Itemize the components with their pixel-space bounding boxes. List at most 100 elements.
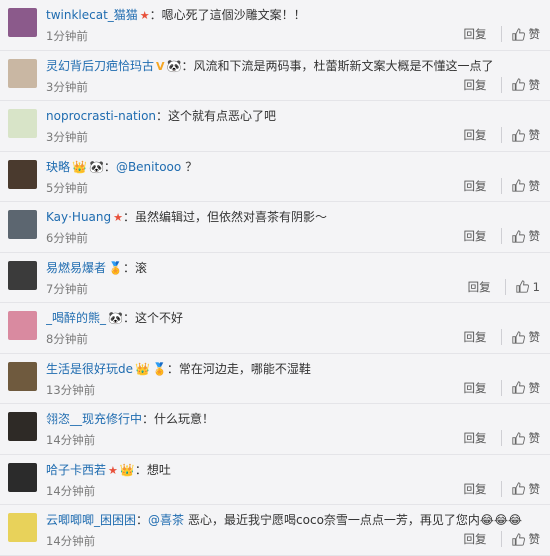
comment-time: 5分钟前 bbox=[46, 180, 88, 195]
comment-time: 14分钟前 bbox=[46, 534, 96, 548]
comment-row: 生活是很好玩de 👑 🏅：常在河边走，哪能不湿鞋 13分钟前 回复 赞 bbox=[0, 353, 550, 404]
comment-text-tail: ？ bbox=[185, 159, 198, 174]
comment-actions: 回复 赞 bbox=[464, 379, 540, 396]
mention-link[interactable]: @喜茶 bbox=[148, 513, 184, 527]
comment-line: 易燃易爆者 🏅：滚 bbox=[46, 260, 542, 276]
crown-badge-icon: 👑 bbox=[119, 462, 135, 477]
comment-text: ：什么玩意！ bbox=[142, 412, 215, 426]
avatar[interactable] bbox=[8, 361, 37, 391]
crown-badge-icon: 👑 bbox=[135, 361, 150, 376]
avatar[interactable] bbox=[8, 311, 37, 340]
comment-list: twinklecat_猫猫 ★：嗯心死了這個沙雕文案！！ 1分钟前 回复赞灵幻背后刀疤… bbox=[0, 0, 550, 556]
reply-button[interactable]: 回复 bbox=[464, 531, 502, 547]
comment-time: 3分钟前 bbox=[46, 130, 88, 144]
comment-actions: 回复 赞 bbox=[464, 76, 541, 93]
username-link[interactable]: _喝醉的熊_ bbox=[46, 311, 106, 325]
comment-time: 14分钟前 bbox=[46, 483, 96, 498]
comment-actions: 回复 赞 bbox=[464, 177, 540, 194]
medal-badge-icon: 🏅 bbox=[151, 361, 167, 376]
like-button[interactable]: 赞 bbox=[502, 430, 540, 446]
like-button[interactable]: 赞 bbox=[502, 329, 541, 345]
comment-time: 6分钟前 bbox=[46, 231, 88, 245]
comment-line: twinklecat_猫猫 ★：嗯心死了這個沙雕文案！！ bbox=[46, 7, 542, 24]
like-button[interactable]: 赞 bbox=[502, 228, 540, 244]
reply-button[interactable]: 回复 bbox=[468, 278, 506, 295]
comment-time: 14分钟前 bbox=[46, 433, 96, 447]
medal-badge-icon: 🏅 bbox=[108, 260, 123, 275]
comment-actions: 回复 赞 bbox=[464, 430, 540, 446]
comment-text: ：这个不好 bbox=[122, 311, 183, 325]
comment-actions: 回复 赞 bbox=[464, 26, 541, 42]
comment-line: 玦略 👑 🐼：@Benitooo ？ bbox=[46, 159, 542, 175]
like-button[interactable]: 赞 bbox=[502, 531, 540, 547]
username-link[interactable]: 灵幻背后刀疤恰玛古 bbox=[46, 59, 154, 73]
star-badge-icon: ★ bbox=[113, 211, 124, 224]
reply-button[interactable]: 回复 bbox=[464, 329, 502, 345]
reply-button[interactable]: 回复 bbox=[464, 228, 502, 244]
thumbs-up-icon bbox=[511, 128, 525, 142]
thumbs-up-icon bbox=[511, 27, 525, 41]
like-button[interactable]: 1 bbox=[506, 280, 540, 294]
like-label: 1 bbox=[532, 279, 540, 294]
username-link[interactable]: 哈子卡西若 bbox=[46, 463, 106, 477]
username-link[interactable]: 玦略 bbox=[46, 160, 70, 174]
like-button[interactable]: 赞 bbox=[502, 77, 541, 93]
reply-button[interactable]: 回复 bbox=[464, 177, 502, 194]
username-link[interactable]: noprocrasti-nation bbox=[46, 109, 156, 123]
username-link[interactable]: Kay·Huang bbox=[46, 210, 111, 224]
comment-text: ：虽然编辑过，但依然对喜茶有阴影～ bbox=[123, 210, 328, 224]
avatar[interactable] bbox=[8, 58, 37, 88]
like-label: 赞 bbox=[528, 77, 541, 92]
like-button[interactable]: 赞 bbox=[502, 178, 540, 194]
avatar[interactable] bbox=[8, 159, 37, 189]
username-link[interactable]: 生活是很好玩de bbox=[46, 362, 133, 376]
reply-button[interactable]: 回复 bbox=[464, 379, 502, 396]
avatar[interactable] bbox=[8, 412, 37, 441]
username-link[interactable]: twinklecat_猫猫 bbox=[46, 8, 138, 22]
username-link[interactable]: 云唧唧唧_困困困 bbox=[46, 513, 136, 527]
comment-text: ： bbox=[103, 159, 116, 174]
reply-button[interactable]: 回复 bbox=[464, 430, 502, 446]
like-label: 赞 bbox=[528, 27, 541, 41]
thumbs-up-icon bbox=[516, 280, 529, 293]
avatar[interactable] bbox=[8, 210, 37, 239]
thumbs-up-icon bbox=[511, 431, 525, 445]
reply-button[interactable]: 回复 bbox=[464, 26, 502, 42]
avatar[interactable] bbox=[8, 260, 37, 290]
comment-actions: 回复 1 bbox=[468, 278, 540, 295]
comment-row: noprocrasti-nation：这个就有点恶心了吧 3分钟前 回复 赞 bbox=[0, 101, 550, 152]
reply-button[interactable]: 回复 bbox=[464, 480, 502, 497]
avatar[interactable] bbox=[8, 8, 37, 37]
comment-text: ： bbox=[136, 513, 149, 527]
crown-badge-icon: 👑 bbox=[72, 159, 87, 174]
username-link[interactable]: 翎恣__现充修行中 bbox=[46, 412, 142, 426]
comment-row: 玦略 👑 🐼：@Benitooo ？ 5分钟前 回复 赞 bbox=[0, 151, 550, 202]
comment-line: 翎恣__现充修行中：什么玩意！ bbox=[46, 411, 542, 427]
mention-link[interactable]: @Benitooo bbox=[116, 160, 181, 174]
comment-actions: 回复 赞 bbox=[464, 329, 541, 345]
comment-actions: 回复 赞 bbox=[464, 531, 540, 547]
avatar[interactable] bbox=[8, 109, 37, 138]
like-button[interactable]: 赞 bbox=[502, 380, 540, 396]
panda-icon: 🐼 bbox=[88, 159, 104, 174]
like-button[interactable]: 赞 bbox=[502, 26, 541, 42]
comment-actions: 回复 赞 bbox=[464, 480, 540, 497]
reply-button[interactable]: 回复 bbox=[464, 76, 502, 93]
thumbs-up-icon bbox=[511, 381, 525, 394]
star-badge-icon: ★ bbox=[139, 9, 150, 22]
like-label: 赞 bbox=[528, 330, 541, 344]
reply-button[interactable]: 回复 bbox=[464, 127, 502, 143]
like-button[interactable]: 赞 bbox=[502, 481, 540, 497]
comment-line: _喝醉的熊_ 🐼：这个不好 bbox=[46, 310, 542, 326]
comment-line: 生活是很好玩de 👑 🏅：常在河边走，哪能不湿鞋 bbox=[46, 361, 542, 377]
thumbs-up-icon bbox=[511, 179, 525, 192]
like-button[interactable]: 赞 bbox=[502, 127, 540, 143]
comment-actions: 回复 赞 bbox=[464, 127, 540, 143]
avatar[interactable] bbox=[8, 513, 37, 542]
comment-line: Kay·Huang ★：虽然编辑过，但依然对喜茶有阴影～ bbox=[46, 209, 542, 226]
comment-time: 7分钟前 bbox=[46, 281, 88, 296]
comment-row: 灵幻背后刀疤恰玛古 V 🐼：风流和下流是两码事，杜蕾斯新文案大概是不懂这一点了 3分钟… bbox=[0, 50, 550, 101]
username-link[interactable]: 易燃易爆者 bbox=[46, 261, 106, 275]
avatar[interactable] bbox=[8, 462, 37, 492]
thumbs-up-icon bbox=[511, 229, 525, 243]
